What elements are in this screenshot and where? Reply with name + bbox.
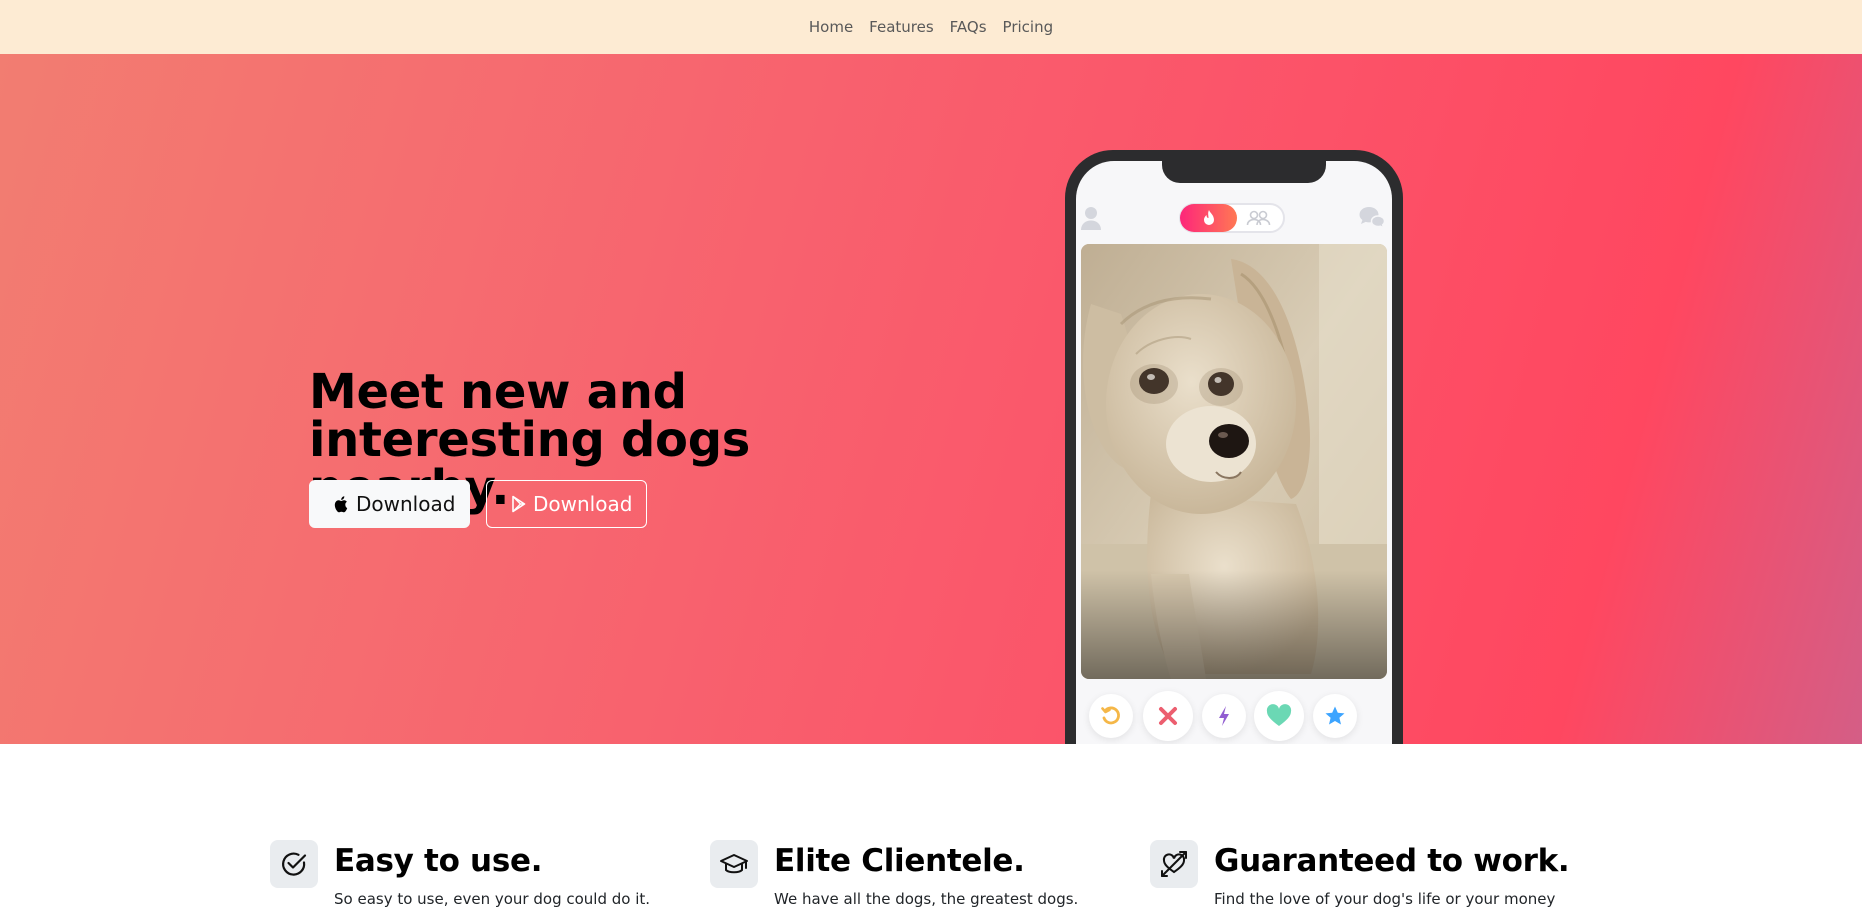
group-icon: [1246, 210, 1271, 226]
rewind-icon: [1101, 706, 1120, 725]
like-button[interactable]: [1254, 691, 1304, 741]
feature-elite-clientele: Elite Clientele. We have all the dogs, t…: [710, 840, 1150, 908]
nav-faqs-link[interactable]: FAQs: [950, 18, 987, 36]
app-store-download-button[interactable]: Download: [309, 480, 470, 528]
feature-icon-box: [270, 840, 318, 888]
feature-title: Easy to use.: [334, 843, 543, 879]
rewind-button[interactable]: [1089, 694, 1133, 738]
feature-icon-box: [710, 840, 758, 888]
hero-section: Meet new and interesting dogs nearby. Do…: [0, 54, 1862, 744]
dog-photo: [1081, 244, 1387, 679]
nope-icon: [1159, 707, 1177, 725]
flame-icon: [1203, 210, 1214, 225]
chat-icon[interactable]: [1358, 205, 1386, 229]
superlike-button[interactable]: [1313, 694, 1357, 738]
like-icon: [1266, 704, 1292, 726]
app-store-button-label: Download: [356, 492, 456, 516]
nav-home-link[interactable]: Home: [809, 18, 853, 36]
nav-pricing-link[interactable]: Pricing: [1003, 18, 1054, 36]
swipe-action-bar: [1076, 691, 1392, 744]
apple-icon: [334, 496, 348, 513]
feature-text: So easy to use, even your dog could do i…: [334, 890, 651, 908]
feature-guaranteed: Guaranteed to work. Find the love of you…: [1150, 840, 1590, 908]
heart-arrow-icon: [1161, 851, 1187, 877]
toggle-inactive-segment[interactable]: [1241, 208, 1277, 228]
feature-text: Find the love of your dog's life or your…: [1214, 890, 1556, 908]
boost-button[interactable]: [1202, 694, 1246, 738]
superlike-icon: [1325, 706, 1345, 725]
feature-easy-to-use: Easy to use. So easy to use, even your d…: [270, 840, 710, 908]
nav-features-link[interactable]: Features: [869, 18, 934, 36]
mortarboard-icon: [720, 854, 748, 874]
phone-screen: [1076, 161, 1392, 744]
phone-mockup: [1065, 150, 1403, 744]
play-store-download-button[interactable]: Download: [486, 480, 647, 528]
feature-title: Elite Clientele.: [774, 843, 1025, 879]
toggle-active-segment[interactable]: [1180, 204, 1237, 232]
play-store-button-label: Download: [533, 492, 633, 516]
app-top-bar: [1076, 203, 1392, 235]
top-navbar: Home Features FAQs Pricing: [0, 0, 1862, 54]
google-play-icon: [512, 495, 526, 513]
feature-title: Guaranteed to work.: [1214, 843, 1570, 879]
mode-toggle[interactable]: [1179, 203, 1285, 233]
nav-links: Home Features FAQs Pricing: [809, 18, 1053, 36]
profile-icon[interactable]: [1080, 205, 1102, 231]
boost-icon: [1219, 706, 1229, 726]
phone-notch: [1162, 161, 1326, 183]
feature-icon-box: [1150, 840, 1198, 888]
dog-profile-card[interactable]: [1081, 244, 1387, 679]
nope-button[interactable]: [1143, 691, 1193, 741]
check-circle-icon: [282, 852, 307, 876]
feature-text: We have all the dogs, the greatest dogs.: [774, 890, 1079, 908]
